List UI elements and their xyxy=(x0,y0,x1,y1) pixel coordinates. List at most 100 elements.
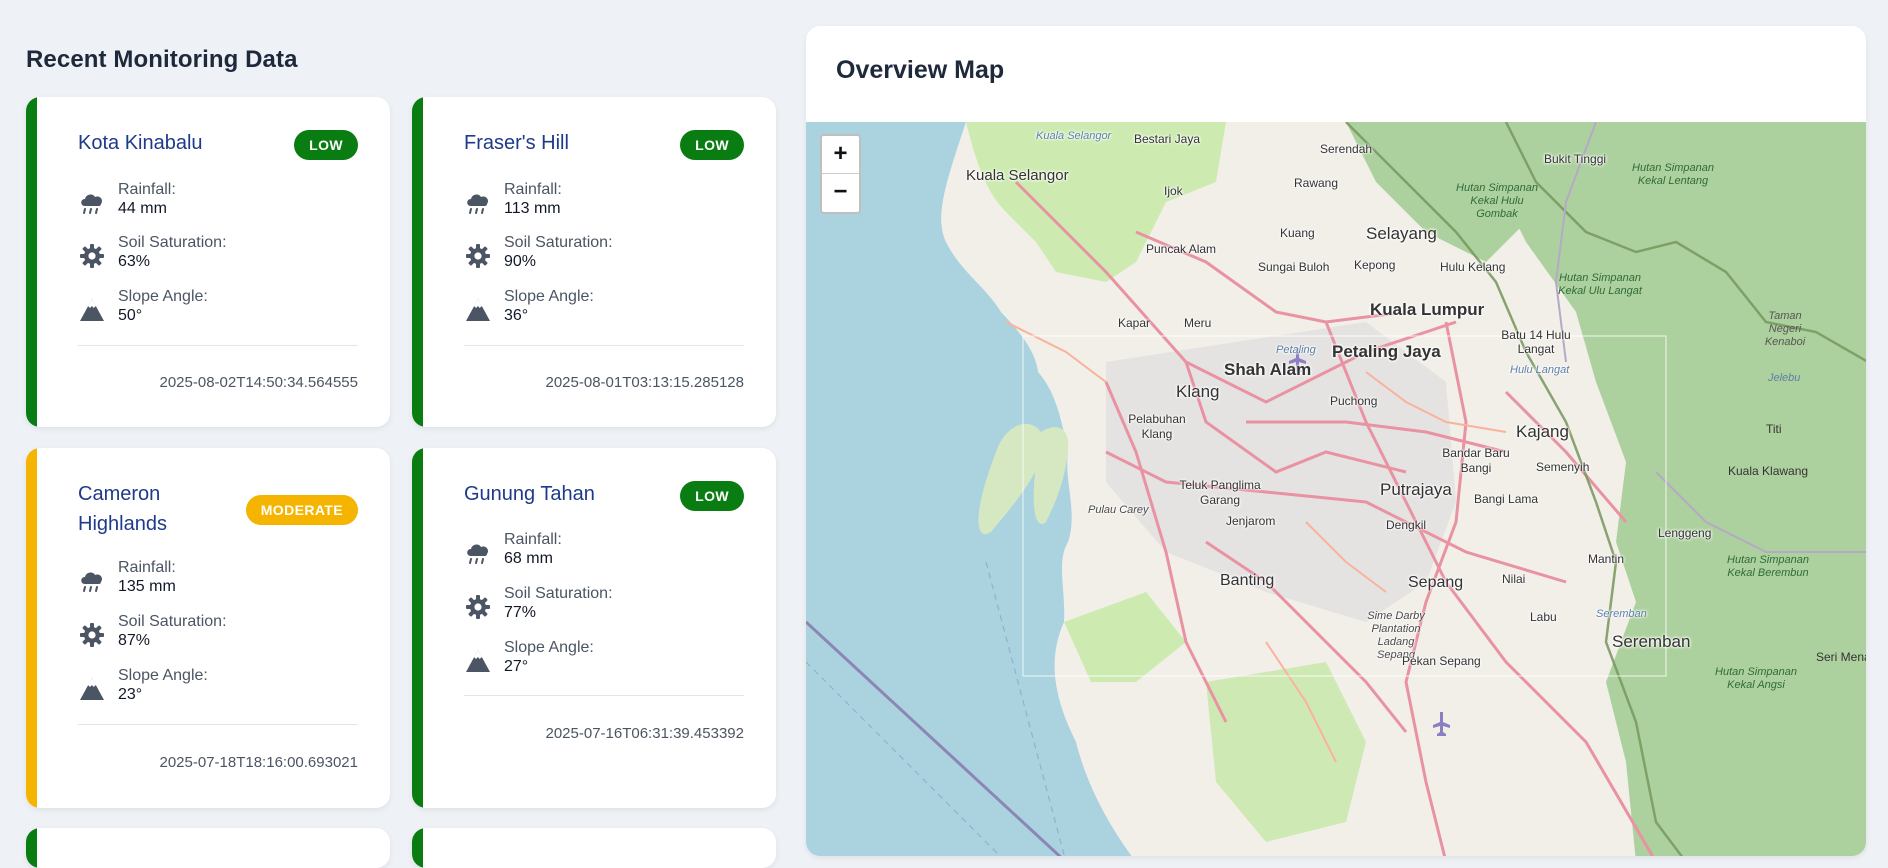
map-label: Selayang xyxy=(1366,224,1437,243)
monitoring-section: Recent Monitoring Data Kota Kinabalu LOW… xyxy=(26,0,778,868)
monitoring-card[interactable]: Gunung Tahan LOW Rainfall: 68 mm Soil Sa… xyxy=(412,448,776,808)
gear-icon xyxy=(466,244,490,268)
section-title: Recent Monitoring Data xyxy=(26,46,298,73)
map-label: Hutan Simpanan Kekal Ulu Langat xyxy=(1558,272,1642,297)
map-label: Kapar xyxy=(1118,316,1151,330)
map-label: Kuala Selangor xyxy=(966,167,1069,184)
map-label: Banting xyxy=(1220,572,1275,589)
gear-icon xyxy=(80,244,104,268)
map-label: Serendah xyxy=(1320,142,1373,156)
slope-label: Slope Angle: xyxy=(504,288,594,305)
rain-cloud-icon xyxy=(81,572,103,592)
map-label: Teluk Panglima Garang xyxy=(1179,478,1261,507)
location-name: Cameron Highlands xyxy=(78,483,167,535)
map-label: Bestari Jaya xyxy=(1134,132,1201,146)
timestamp: 2025-08-02T14:50:34.564555 xyxy=(159,374,358,391)
risk-badge: LOW xyxy=(294,130,358,160)
risk-badge: MODERATE xyxy=(245,495,358,525)
rainfall-value: 113 mm xyxy=(504,200,561,217)
map-label: Kuala Selangor xyxy=(1036,130,1112,142)
timestamp: 2025-07-16T06:31:39.453392 xyxy=(545,725,744,742)
rainfall-value: 44 mm xyxy=(118,200,167,217)
zoom-control: + − xyxy=(820,134,861,214)
zoom-out-button[interactable]: − xyxy=(822,174,859,211)
map-label: Mantin xyxy=(1588,552,1625,566)
timestamp: 2025-08-01T03:13:15.285128 xyxy=(545,374,744,391)
risk-accent-bar xyxy=(412,448,423,808)
soil-value: 77% xyxy=(504,604,537,621)
rainfall-label: Rainfall: xyxy=(118,559,176,576)
map-label: Titi xyxy=(1766,422,1782,436)
soil-label: Soil Saturation: xyxy=(118,234,227,251)
map-label: Hulu Kelang xyxy=(1440,260,1506,274)
gear-icon xyxy=(80,623,104,647)
map-label: Sepang xyxy=(1408,574,1464,591)
risk-badge: LOW xyxy=(680,481,744,511)
soil-metric: Soil Saturation: 90% xyxy=(464,234,744,276)
soil-label: Soil Saturation: xyxy=(504,585,613,602)
soil-metric: Soil Saturation: 77% xyxy=(464,585,744,627)
monitoring-card[interactable]: Fraser's Hill LOW Rainfall: 113 mm Soil … xyxy=(412,97,776,427)
slope-metric: Slope Angle: 27° xyxy=(464,639,744,681)
rainfall-label: Rainfall: xyxy=(504,181,562,198)
timestamp: 2025-07-18T18:16:00.693021 xyxy=(159,754,358,771)
map-label: Putrajaya xyxy=(1380,480,1452,499)
map-label: Ijok xyxy=(1164,184,1183,198)
card-divider xyxy=(78,724,358,725)
soil-value: 63% xyxy=(118,253,151,270)
map-label: Bandar Baru Bangi xyxy=(1442,446,1510,475)
map-label: Klang xyxy=(1176,382,1220,401)
soil-metric: Soil Saturation: 63% xyxy=(78,234,358,276)
monitoring-card[interactable] xyxy=(412,828,776,868)
mountain-icon xyxy=(80,299,104,321)
slope-metric: Slope Angle: 50° xyxy=(78,288,358,330)
soil-value: 87% xyxy=(118,632,151,649)
map-label: Dengkil xyxy=(1386,518,1427,532)
rain-cloud-icon xyxy=(81,194,103,214)
map-label: Seremban xyxy=(1612,632,1691,651)
map-label: Sungai Buloh xyxy=(1258,260,1330,274)
rainfall-metric: Rainfall: 135 mm xyxy=(78,559,358,601)
soil-label: Soil Saturation: xyxy=(504,234,613,251)
map-label: Nilai xyxy=(1502,572,1526,586)
rainfall-value: 135 mm xyxy=(118,578,176,595)
mountain-icon xyxy=(466,650,490,672)
monitoring-card[interactable] xyxy=(26,828,390,868)
rainfall-label: Rainfall: xyxy=(504,531,562,548)
map-label: Hutan Simpanan Kekal Berembun xyxy=(1727,554,1809,579)
map-label: Semenyih xyxy=(1536,460,1590,474)
slope-value: 27° xyxy=(504,658,529,675)
rainfall-metric: Rainfall: 68 mm xyxy=(464,531,744,573)
map-label: Lenggeng xyxy=(1658,526,1712,540)
map-label: Bukit Tinggi xyxy=(1544,152,1607,166)
rainfall-metric: Rainfall: 44 mm xyxy=(78,181,358,223)
map-label: Kuala Klawang xyxy=(1728,464,1809,478)
map-label: Puchong xyxy=(1330,394,1378,408)
map-label: Seremban xyxy=(1596,608,1647,620)
rainfall-value: 68 mm xyxy=(504,550,553,567)
risk-accent-bar xyxy=(26,97,37,427)
map-label: Meru xyxy=(1184,316,1212,330)
map-label: Pekan Sepang xyxy=(1402,654,1481,668)
map-label: Pelabuhan Klang xyxy=(1128,412,1186,441)
slope-metric: Slope Angle: 36° xyxy=(464,288,744,330)
map-label: Jenjarom xyxy=(1226,514,1276,528)
zoom-in-button[interactable]: + xyxy=(822,136,859,174)
map-label: Kuang xyxy=(1280,226,1315,240)
location-name: Fraser's Hill xyxy=(464,132,569,154)
slope-value: 23° xyxy=(118,686,143,703)
monitoring-card[interactable]: Cameron Highlands MODERATE Rainfall: 135… xyxy=(26,448,390,808)
mountain-icon xyxy=(466,299,490,321)
map-view[interactable]: Kuala Selangor Bestari Jaya Serendah Buk… xyxy=(806,122,1866,856)
overview-map-panel: Overview Map Kuala Selangor Bestari Jaya… xyxy=(806,26,1866,856)
map-label: Labu xyxy=(1530,610,1557,624)
map-label: Hutan Simpanan Kekal Hulu Gombak xyxy=(1456,182,1538,220)
map-label: Seri Mena xyxy=(1816,650,1866,664)
map-label: Kuala Lumpur xyxy=(1370,300,1485,319)
map-label: Bangi Lama xyxy=(1474,492,1539,506)
map-label: Petaling Jaya xyxy=(1332,342,1441,361)
monitoring-card[interactable]: Kota Kinabalu LOW Rainfall: 44 mm Soil S… xyxy=(26,97,390,427)
map-label: Hulu Langat xyxy=(1510,364,1570,376)
soil-label: Soil Saturation: xyxy=(118,613,227,630)
slope-label: Slope Angle: xyxy=(504,639,594,656)
